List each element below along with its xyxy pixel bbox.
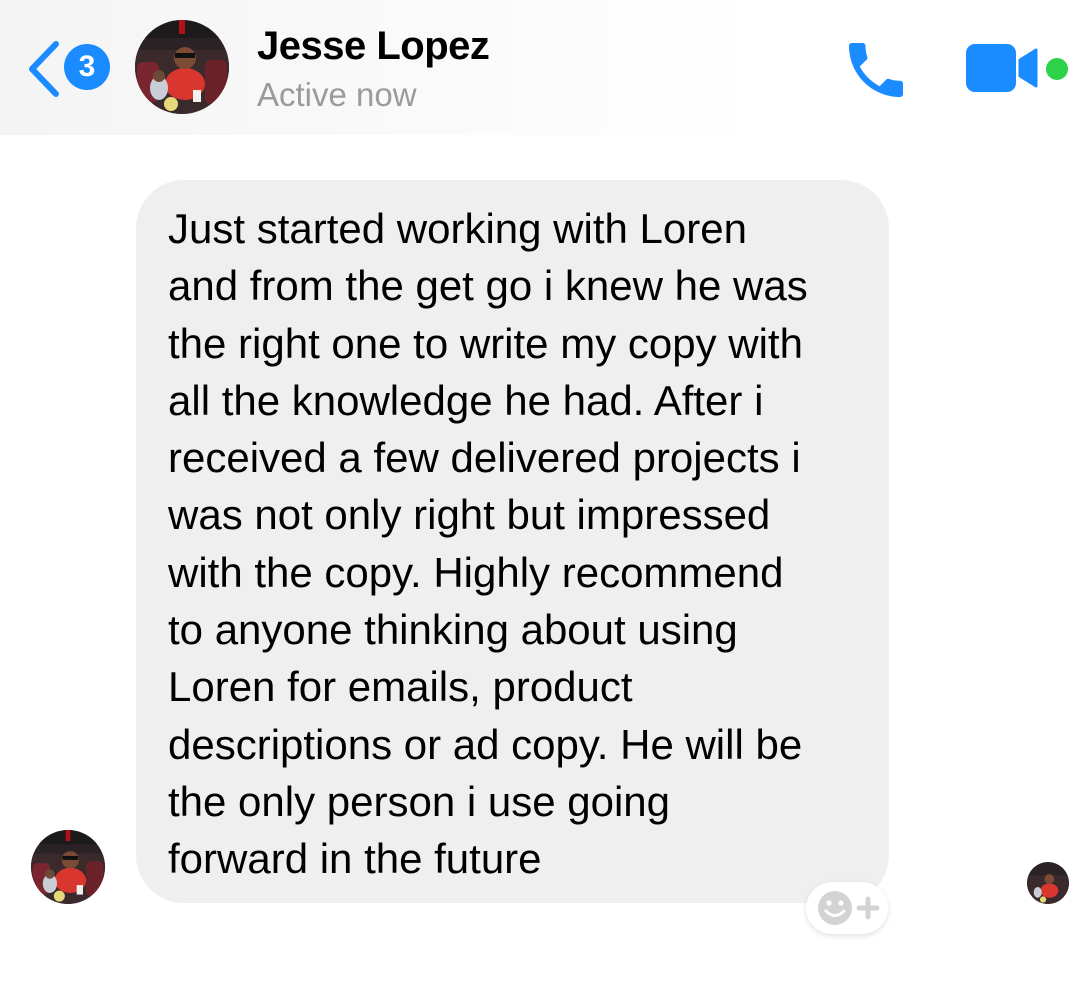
video-camera-icon	[966, 44, 1038, 92]
contact-name[interactable]: Jesse Lopez	[257, 24, 490, 69]
read-receipt-photo	[1027, 862, 1069, 904]
unread-count-badge: 3	[64, 44, 110, 90]
chat-header: 3 Jesse Lopez Active now	[0, 0, 1079, 135]
contact-photo	[135, 20, 229, 114]
messenger-chat-screen: 3 Jesse Lopez Active now Just started wo…	[0, 0, 1079, 981]
chevron-left-icon	[29, 41, 59, 97]
contact-avatar[interactable]	[135, 20, 229, 114]
message-bubble[interactable]: Just started working with Loren and from…	[136, 180, 889, 903]
message-text: Just started working with Loren and from…	[168, 205, 808, 883]
smiley-add-icon	[818, 891, 880, 925]
video-call-button[interactable]	[964, 42, 1044, 94]
back-button[interactable]: 3	[22, 36, 114, 100]
add-reaction-button[interactable]	[806, 882, 888, 934]
phone-icon	[849, 43, 903, 97]
sender-avatar[interactable]	[31, 830, 105, 904]
voice-call-button[interactable]	[840, 34, 912, 106]
presence-status: Active now	[257, 76, 417, 113]
read-receipt-avatar	[1027, 862, 1069, 904]
sender-photo	[31, 830, 105, 904]
online-indicator	[1046, 58, 1068, 80]
